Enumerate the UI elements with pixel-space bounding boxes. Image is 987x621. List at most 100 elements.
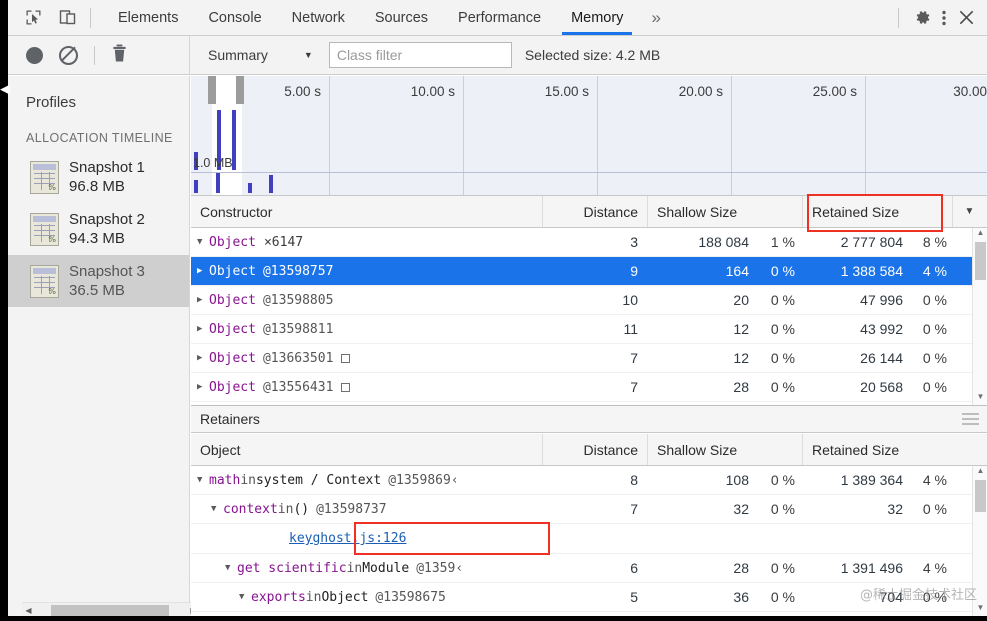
sidebar-item-snapshot-3[interactable]: % Snapshot 3 36.5 MB <box>8 255 189 307</box>
kebab-menu-icon[interactable] <box>933 7 955 29</box>
row-constructor[interactable]: ▶ Object @13598757 <box>191 264 543 279</box>
shallow-value: 12 <box>733 321 749 337</box>
row-object[interactable]: ▼ exports in Object @13598675 <box>191 590 543 605</box>
no-entry-icon[interactable] <box>59 45 78 65</box>
overview-selection-handle-left[interactable] <box>208 76 216 104</box>
scrollbar-thumb[interactable] <box>975 480 986 512</box>
tab-label: Network <box>291 9 345 26</box>
trash-icon[interactable] <box>111 44 128 66</box>
expander-icon[interactable]: ▶ <box>197 266 209 276</box>
tab-console[interactable]: Console <box>193 0 276 35</box>
sidebar-item-snapshot-1[interactable]: % Snapshot 1 96.8 MB <box>8 151 189 203</box>
shallow-value: 28 <box>733 560 749 576</box>
devtools-window: ◀ Elements Console Network Sources Perfo… <box>0 0 987 621</box>
tab-network[interactable]: Network <box>277 0 360 35</box>
table-row[interactable]: ▼ Object ×6147 3 188 084 1 % 2 777 804 8… <box>191 228 987 257</box>
retainer-id: @1359‹ <box>416 560 464 576</box>
table-row[interactable]: ▶ Object @13556431 7 28 0 % 20 568 0 % <box>191 373 987 402</box>
shallow-percent: 0 % <box>770 321 795 337</box>
column-header-constructor[interactable]: Constructor <box>191 196 543 227</box>
overview-lower-bar <box>194 180 198 193</box>
tab-performance[interactable]: Performance <box>443 0 556 35</box>
table-row[interactable]: ▶ Object @13598811 11 12 0 % 43 992 0 % <box>191 315 987 344</box>
cell-retained-size: 47 996 0 % <box>803 292 953 308</box>
gear-icon[interactable] <box>911 7 933 29</box>
row-object[interactable]: ▼ math in system / Context @1359869‹ <box>191 473 543 488</box>
table-row[interactable]: ▶ Object @13663501 7 12 0 % 26 144 0 % <box>191 344 987 373</box>
constructors-header: Constructor Distance Shallow Size Retain… <box>191 196 987 228</box>
more-tabs-label: » <box>651 7 661 27</box>
column-header-retained-size[interactable]: Retained Size <box>803 434 953 465</box>
expander-icon[interactable]: ▶ <box>197 353 209 363</box>
column-header-distance[interactable]: Distance <box>543 434 648 465</box>
cell-distance: 8 <box>630 472 638 488</box>
table-row[interactable]: ▶ Object @13598805 10 20 0 % 47 996 0 % <box>191 286 987 315</box>
row-object[interactable]: keyghost.js:126 <box>191 531 543 546</box>
cell-retained-size: 1 389 364 4 % <box>803 472 953 488</box>
retainer-id: @13598737 <box>316 501 387 517</box>
constructors-vertical-scrollbar[interactable]: ▲ ▼ <box>972 228 987 405</box>
constructor-id: @13598757 <box>262 263 334 279</box>
inspect-cursor-icon[interactable] <box>22 7 44 29</box>
expander-icon[interactable]: ▼ <box>197 475 209 485</box>
column-header-object[interactable]: Object <box>191 434 543 465</box>
column-header-retained-size[interactable]: Retained Size <box>803 196 953 227</box>
more-tabs-icon[interactable]: » <box>638 0 673 35</box>
retainer-property: math <box>209 472 241 488</box>
row-constructor[interactable]: ▶ Object @13598805 <box>191 293 543 308</box>
expander-icon[interactable]: ▼ <box>211 504 223 514</box>
column-header-shallow-size[interactable]: Shallow Size <box>648 196 803 227</box>
tab-sources[interactable]: Sources <box>360 0 443 35</box>
row-constructor[interactable]: ▶ Object @13598811 <box>191 322 543 337</box>
shallow-value: 108 <box>725 472 749 488</box>
expander-icon[interactable]: ▼ <box>225 563 237 573</box>
expander-icon[interactable]: ▼ <box>197 237 209 247</box>
scroll-down-arrow[interactable]: ▼ <box>973 603 987 616</box>
expander-icon[interactable]: ▶ <box>197 324 209 334</box>
table-row[interactable]: ▶ Object @13598757 9 164 0 % 1 388 584 4… <box>191 257 987 286</box>
row-constructor[interactable]: ▶ Object @13556431 <box>191 380 543 395</box>
cell-distance: 7 <box>630 379 638 395</box>
expander-icon[interactable]: ▼ <box>239 592 251 602</box>
snapshot-name: Snapshot 2 <box>69 211 145 228</box>
close-icon[interactable] <box>955 7 977 29</box>
expander-icon[interactable]: ▶ <box>197 382 209 392</box>
scroll-up-arrow[interactable]: ▲ <box>973 228 987 241</box>
source-link[interactable]: keyghost.js:126 <box>289 531 406 546</box>
scroll-left-arrow[interactable]: ◀ <box>22 606 35 615</box>
scrollbar-thumb[interactable] <box>975 242 986 280</box>
column-header-shallow-size[interactable]: Shallow Size <box>648 434 803 465</box>
row-constructor[interactable]: ▶ Object @13663501 <box>191 351 543 366</box>
view-select[interactable]: Summary <box>208 47 268 63</box>
table-row[interactable]: ▼ get scientific in Module @1359‹ 6 28 0… <box>191 554 987 583</box>
sidebar-item-snapshot-2[interactable]: % Snapshot 2 94.3 MB <box>8 203 189 255</box>
table-row[interactable]: ▼ math in system / Context @1359869‹ 8 1… <box>191 466 987 495</box>
class-filter-input[interactable]: Class filter <box>328 42 512 68</box>
table-row[interactable]: ▼ context in () @13598737 7 32 0 % 32 0 … <box>191 495 987 524</box>
row-object[interactable]: ▼ get scientific in Module @1359‹ <box>191 561 543 576</box>
retained-value: 47 996 <box>860 292 903 308</box>
row-object[interactable]: ▼ context in () @13598737 <box>191 502 543 517</box>
record-circle-icon[interactable] <box>26 46 43 64</box>
column-header-distance[interactable]: Distance <box>543 196 648 227</box>
sort-indicator-icon[interactable]: ▼ <box>953 196 986 227</box>
row-constructor[interactable]: ▼ Object ×6147 <box>191 235 543 250</box>
allocation-timeline-overview[interactable]: 1.0 MB 5.00 s 10.00 s 15.00 s 20.00 s 25… <box>191 76 987 196</box>
sidebar-horizontal-scrollbar[interactable]: ◀ ▶ <box>22 602 200 617</box>
scroll-down-arrow[interactable]: ▼ <box>973 392 987 405</box>
scroll-up-arrow[interactable]: ▲ <box>973 466 987 479</box>
device-toolbar-icon[interactable] <box>56 7 78 29</box>
chevron-down-icon[interactable]: ▼ <box>304 50 313 60</box>
source-link-row[interactable]: keyghost.js:126 <box>191 524 987 554</box>
retained-percent: 0 % <box>922 501 947 517</box>
retained-percent: 8 % <box>922 234 947 250</box>
overview-selection-handle-right[interactable] <box>236 76 244 104</box>
panel-tabs: Elements Console Network Sources Perform… <box>103 0 674 35</box>
scrollbar-thumb[interactable] <box>51 604 169 616</box>
shallow-percent: 0 % <box>770 501 795 517</box>
expander-icon[interactable]: ▶ <box>197 295 209 305</box>
hamburger-icon[interactable] <box>962 410 979 428</box>
collapse-arrow-icon[interactable]: ◀ <box>0 80 12 98</box>
tab-elements[interactable]: Elements <box>103 0 193 35</box>
tab-memory[interactable]: Memory <box>556 0 638 35</box>
